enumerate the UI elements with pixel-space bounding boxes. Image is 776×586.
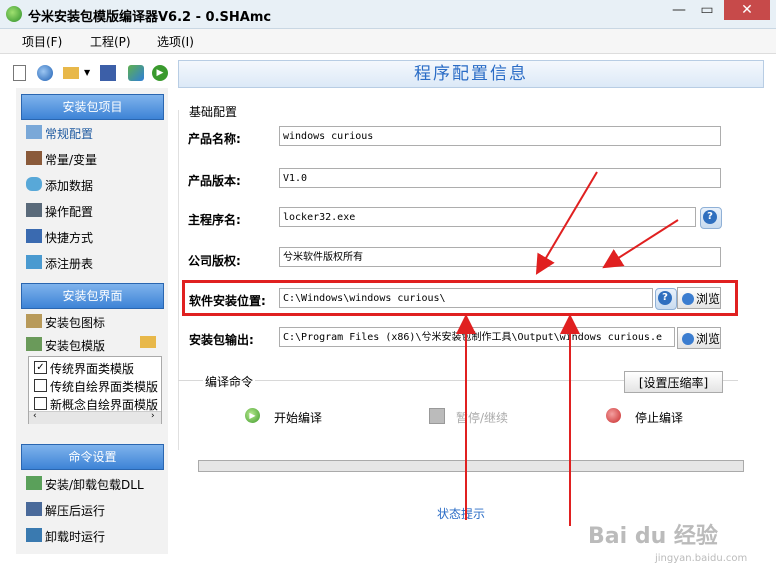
watermark-url: jingyan.baidu.com <box>655 553 748 564</box>
watermark-logo: Bai du 经验 <box>588 524 718 549</box>
annotation-arrows <box>456 171 679 526</box>
arrow-annotation <box>535 171 598 275</box>
arrow-annotation <box>602 219 679 269</box>
